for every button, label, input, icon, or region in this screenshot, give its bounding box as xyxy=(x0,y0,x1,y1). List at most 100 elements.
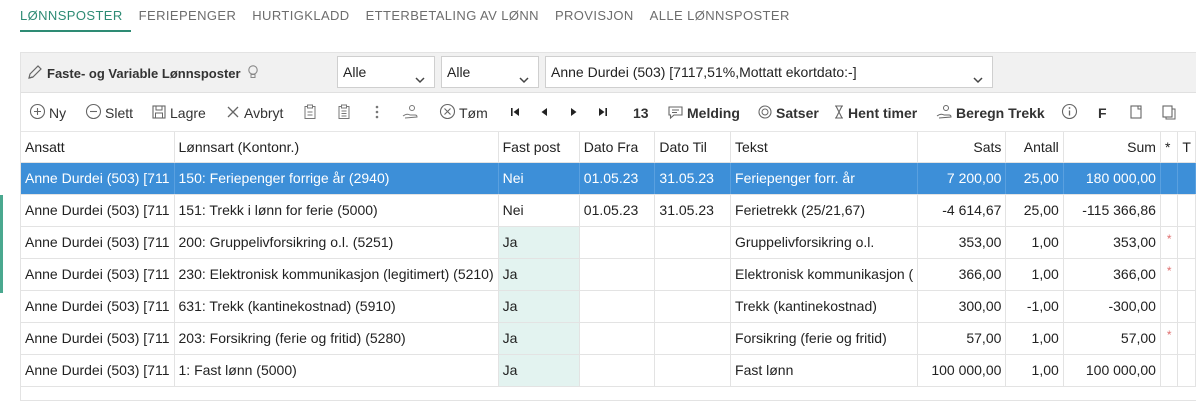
copy-button[interactable] xyxy=(1129,104,1146,122)
cell-sum[interactable]: 57,00 xyxy=(1063,322,1161,355)
tab-alle-lonnsposter[interactable]: ALLE LØNNSPOSTER xyxy=(642,0,798,32)
cell-tekst[interactable]: Elektronisk kommunikasjon ( xyxy=(730,258,919,291)
table-row[interactable]: Anne Durdei (503) [711 203: Forsikring (… xyxy=(21,322,1196,355)
cell-sum[interactable]: -115 366,86 xyxy=(1063,194,1161,227)
col-header-datofra[interactable]: Dato Fra xyxy=(579,132,656,163)
cell-lonnsart[interactable]: 230: Elektronisk kommunikasjon (legitime… xyxy=(174,258,499,291)
cell-ansatt[interactable]: Anne Durdei (503) [711 xyxy=(21,226,175,259)
hand-money-button[interactable] xyxy=(401,104,422,122)
col-header-ansatt[interactable]: Ansatt xyxy=(21,132,175,163)
cell-tekst[interactable]: Trekk (kantinekostnad) xyxy=(730,290,919,323)
cell-datotil[interactable]: 31.05.23 xyxy=(654,194,732,227)
lightbulb-icon[interactable] xyxy=(247,64,263,83)
info-button[interactable] xyxy=(1061,103,1081,122)
cell-antall[interactable]: 1,00 xyxy=(1005,322,1064,355)
cell-tekst[interactable]: Gruppelivforsikring o.l. xyxy=(730,226,919,259)
cell-antall[interactable]: 25,00 xyxy=(1005,162,1064,195)
cell-antall[interactable]: 1,00 xyxy=(1005,354,1064,387)
tab-feriepenger[interactable]: FERIEPENGER xyxy=(131,0,245,32)
cell-datofra[interactable]: 01.05.23 xyxy=(579,194,656,227)
type-select[interactable]: Alle xyxy=(337,56,435,88)
table-row[interactable]: Anne Durdei (503) [711 631: Trekk (kanti… xyxy=(21,290,1196,323)
cell-datotil[interactable]: 31.05.23 xyxy=(654,162,732,195)
cell-datofra[interactable] xyxy=(579,290,656,323)
cancel-button[interactable]: Avbryt xyxy=(225,104,283,122)
cell-sum[interactable]: -300,00 xyxy=(1063,290,1161,323)
cell-antall[interactable]: 25,00 xyxy=(1005,194,1064,227)
fetch-hours-button[interactable]: Hent timer xyxy=(833,104,917,122)
duplicate-button[interactable] xyxy=(1161,104,1180,122)
first-record-button[interactable] xyxy=(509,104,524,122)
col-header-datotil[interactable]: Dato Til xyxy=(654,132,732,163)
col-header-lonnsart[interactable]: Lønnsart (Kontonr.) xyxy=(174,132,499,163)
table-row[interactable]: Anne Durdei (503) [711 200: Gruppelivfor… xyxy=(21,226,1196,259)
tab-lonnsposter[interactable]: LØNNSPOSTER xyxy=(20,0,131,32)
period-select[interactable]: Alle xyxy=(441,56,539,88)
cell-fastpost[interactable]: Nei xyxy=(498,162,580,195)
tab-hurtigkladd[interactable]: HURTIGKLADD xyxy=(244,0,357,32)
table-row[interactable]: Anne Durdei (503) [711 1: Fast lønn (500… xyxy=(21,354,1196,387)
cell-sats[interactable]: 366,00 xyxy=(917,258,1007,291)
col-header-extra[interactable]: T xyxy=(1177,132,1196,163)
cell-lonnsart[interactable]: 631: Trekk (kantinekostnad) (5910) xyxy=(174,290,499,323)
table-row[interactable]: Anne Durdei (503) [711 230: Elektronisk … xyxy=(21,258,1196,291)
cell-sats[interactable]: 300,00 xyxy=(917,290,1007,323)
rates-button[interactable]: Satser xyxy=(757,104,819,122)
cell-fastpost[interactable]: Nei xyxy=(498,194,580,227)
cell-sats[interactable]: 100 000,00 xyxy=(917,354,1007,387)
clipboard-button[interactable] xyxy=(303,104,320,122)
cell-datotil[interactable] xyxy=(654,226,732,259)
cell-fastpost[interactable]: Ja xyxy=(498,226,580,259)
col-header-sum[interactable]: Sum xyxy=(1063,132,1161,163)
cell-sum[interactable]: 366,00 xyxy=(1063,258,1161,291)
cell-antall[interactable]: -1,00 xyxy=(1005,290,1064,323)
cell-ansatt[interactable]: Anne Durdei (503) [711 xyxy=(21,194,175,227)
paste-button[interactable] xyxy=(337,104,354,122)
cell-datotil[interactable] xyxy=(654,290,732,323)
cell-lonnsart[interactable]: 1: Fast lønn (5000) xyxy=(174,354,499,387)
tab-provisjon[interactable]: PROVISJON xyxy=(547,0,642,32)
cell-datofra[interactable] xyxy=(579,226,656,259)
cell-sats[interactable]: 353,00 xyxy=(917,226,1007,259)
cell-datofra[interactable]: 01.05.23 xyxy=(579,162,656,195)
cell-antall[interactable]: 1,00 xyxy=(1005,226,1064,259)
save-button[interactable]: Lagre xyxy=(151,104,206,122)
cell-lonnsart[interactable]: 203: Forsikring (ferie og fritid) (5280) xyxy=(174,322,499,355)
cell-ansatt[interactable]: Anne Durdei (503) [711 xyxy=(21,354,175,387)
delete-button[interactable]: Slett xyxy=(85,103,133,122)
cell-datotil[interactable] xyxy=(654,322,732,355)
cell-lonnsart[interactable]: 151: Trekk i lønn for ferie (5000) xyxy=(174,194,499,227)
cell-fastpost[interactable]: Ja xyxy=(498,290,580,323)
table-row[interactable]: Anne Durdei (503) [711 150: Feriepenger … xyxy=(21,162,1196,195)
cell-ansatt[interactable]: Anne Durdei (503) [711 xyxy=(21,290,175,323)
cell-sum[interactable]: 353,00 xyxy=(1063,226,1161,259)
cell-tekst[interactable]: Feriepenger forr. år xyxy=(730,162,919,195)
previous-record-button[interactable] xyxy=(539,104,552,122)
col-header-tekst[interactable]: Tekst xyxy=(730,132,919,163)
cell-tekst[interactable]: Ferietrekk (25/21,67) xyxy=(730,194,919,227)
new-button[interactable]: Ny xyxy=(29,103,66,122)
cell-fastpost[interactable]: Ja xyxy=(498,258,580,291)
cell-tekst[interactable]: Fast lønn xyxy=(730,354,919,387)
cell-datotil[interactable] xyxy=(654,258,732,291)
clear-button[interactable]: Tøm xyxy=(439,103,488,122)
cell-sum[interactable]: 180 000,00 xyxy=(1063,162,1161,195)
cell-lonnsart[interactable]: 150: Feriepenger forrige år (2940) xyxy=(174,162,499,195)
next-record-button[interactable] xyxy=(569,104,582,122)
cell-antall[interactable]: 1,00 xyxy=(1005,258,1064,291)
cell-ansatt[interactable]: Anne Durdei (503) [711 xyxy=(21,258,175,291)
cell-datofra[interactable] xyxy=(579,322,656,355)
calc-tax-button[interactable]: Beregn Trekk xyxy=(935,104,1045,122)
col-header-sats[interactable]: Sats xyxy=(917,132,1007,163)
cell-sum[interactable]: 100 000,00 xyxy=(1063,354,1161,387)
cell-datofra[interactable] xyxy=(579,258,656,291)
cell-fastpost[interactable]: Ja xyxy=(498,354,580,387)
last-record-button[interactable] xyxy=(597,104,612,122)
cell-datotil[interactable] xyxy=(654,354,732,387)
more-options-button[interactable] xyxy=(373,104,384,122)
cell-ansatt[interactable]: Anne Durdei (503) [711 xyxy=(21,322,175,355)
tab-etterbetaling[interactable]: ETTERBETALING AV LØNN xyxy=(358,0,547,32)
employee-select[interactable]: Anne Durdei (503) [7117,51%,Mottatt ekor… xyxy=(545,56,993,88)
cell-datofra[interactable] xyxy=(579,354,656,387)
cell-tekst[interactable]: Forsikring (ferie og fritid) xyxy=(730,322,919,355)
